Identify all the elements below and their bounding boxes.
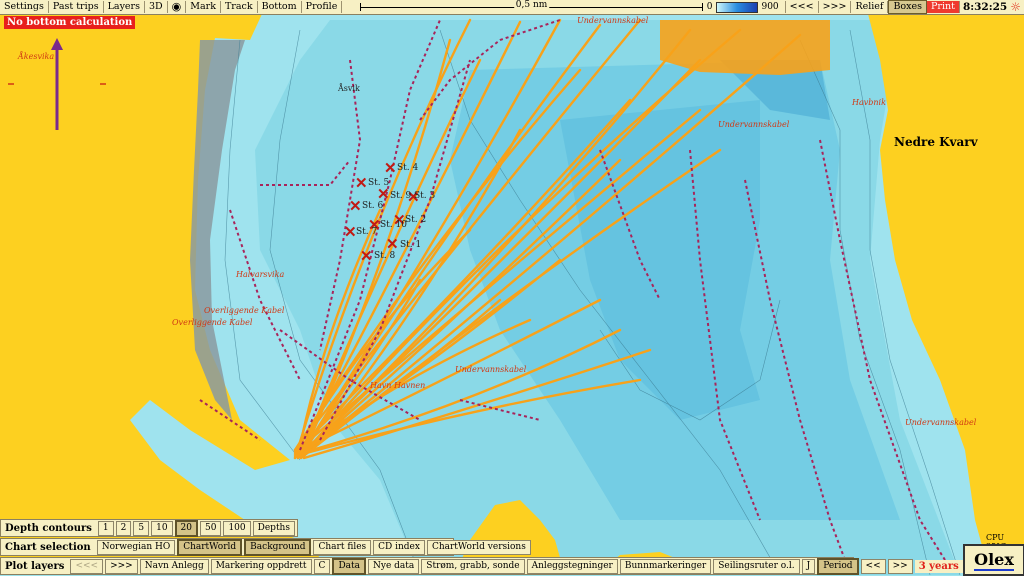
station-label: St. 8 [374,251,396,261]
clock: 8:32:25 [962,1,1008,13]
label-undervannskabel-right: Undervannskabel [905,418,977,427]
bottom-button[interactable]: Bottom [258,1,302,13]
layers-button[interactable]: Layers [104,1,145,13]
label-nedre-kvarv: Nedre Kvarv [894,135,978,149]
station-marker-icon[interactable]: ✕ [355,176,368,191]
label-asvik: Åsvik [338,84,360,93]
boxes-button[interactable]: Boxes [888,0,928,14]
chart-files-button[interactable]: Chart files [313,539,372,555]
station-marker-icon[interactable]: ✕ [386,237,399,252]
station-label: St. 3 [414,191,436,201]
track-button[interactable]: Track [221,1,258,13]
layer-bunnmarkeringer[interactable]: Bunnmarkeringer [619,558,712,574]
nav-forward-button[interactable]: >>> [819,1,852,13]
label-halvarsvika: Halvarsvika [236,270,285,279]
station-label: St. 4 [397,163,419,173]
chart-selection-panel: Chart selection Norwegian HO ChartWorld … [0,538,531,556]
olex-logo-text: Olex [974,550,1014,571]
relief-button[interactable]: Relief [851,1,889,13]
plot-layers-forward-button[interactable]: >>> [105,558,138,574]
layer-seilingsruter[interactable]: Seilingsruter o.l. [713,558,800,574]
3d-button[interactable]: 3D [145,1,168,13]
label-overliggende-kabel: Overliggende Kabel [204,306,285,315]
layer-nye-data[interactable]: Nye data [368,558,420,574]
station-marker-icon[interactable]: ✕ [360,249,373,264]
settings-button[interactable]: Settings [0,1,49,13]
chart-selection-label: Chart selection [5,541,91,553]
label-havn: Havn Havnen [370,381,426,390]
label-aksvika: Åkesvika [18,52,55,61]
background-button[interactable]: Background [244,538,312,556]
layer-markering-oppdrett[interactable]: Markering oppdrett [210,558,312,574]
station-marker-icon[interactable]: ✕ [377,187,390,202]
plot-layers-panel: Plot layers <<< >>> Navn Anlegg Markerin… [0,557,963,575]
station-marker-icon[interactable]: ✕ [349,199,362,214]
contour-5-button[interactable]: 5 [133,520,150,536]
chartworld-versions-button[interactable]: ChartWorld versions [426,539,531,555]
scale-bar: 0,5 nm [360,0,703,13]
norwegian-ho-button[interactable]: Norwegian HO [96,539,176,555]
olex-logo[interactable]: Olex [963,544,1024,576]
depths-button[interactable]: Depths [252,520,295,536]
label-undervannskabel-top: Undervannskabel [577,16,649,25]
label-undervannskabel-mid: Undervannskabel [718,120,790,129]
layer-anleggstegninger[interactable]: Anleggstegninger [526,558,618,574]
past-trips-button[interactable]: Past trips [49,1,104,13]
profile-button[interactable]: Profile [302,1,343,13]
depth-max-label: 900 [761,2,779,12]
period-value[interactable]: 3 years [914,559,963,573]
station-label: St. 10 [380,220,407,230]
depth-contours-panel: Depth contours 1 2 5 10 20 50 100 Depths [0,519,298,537]
nav-back-button[interactable]: <<< [784,1,819,13]
contour-2-button[interactable]: 2 [115,520,132,536]
plot-layers-label: Plot layers [5,560,65,572]
depth-min-label: 0 [706,2,713,12]
sun-icon[interactable]: ☼ [1010,0,1024,14]
plot-layers-back-button[interactable]: <<< [70,558,104,574]
layer-c[interactable]: C [313,558,331,574]
scale-label: 0,5 nm [513,0,550,10]
contour-1-button[interactable]: 1 [97,520,114,536]
cd-index-button[interactable]: CD index [373,539,425,555]
station-label: St. 9 [390,191,412,201]
layer-strom-grabb-sonde[interactable]: Strøm, grabb, sonde [421,558,525,574]
layer-data[interactable]: Data [332,557,367,575]
layer-j[interactable]: J [801,558,816,574]
no-bottom-alert: No bottom calculation [4,16,136,29]
period-prev-button[interactable]: << [860,558,886,574]
station-marker-icon[interactable]: ✕ [384,161,397,176]
station-label: St. 2 [405,215,427,225]
chart-map[interactable] [0,0,1024,575]
top-toolbar: Settings Past trips Layers 3D ◉ Mark Tra… [0,0,1024,15]
station-label: St. 1 [400,240,422,250]
period-button[interactable]: Period [817,557,859,575]
label-havnik: Havbnik [852,98,886,107]
station-marker-icon[interactable]: ✕ [344,225,357,240]
label-overliggende-kabel-2: Overliggende Kabel [172,318,253,327]
contour-20-button[interactable]: 20 [174,519,198,537]
contour-50-button[interactable]: 50 [200,520,222,536]
station-label: St. 7 [356,227,378,237]
contour-100-button[interactable]: 100 [223,520,251,536]
contour-10-button[interactable]: 10 [151,520,173,536]
layer-navn-anlegg[interactable]: Navn Anlegg [139,558,209,574]
depth-color-scale[interactable] [715,1,759,13]
depth-contours-label: Depth contours [5,522,92,534]
label-undervannskabel-center: Undervannskabel [455,365,527,374]
chartworld-button[interactable]: ChartWorld [177,538,243,556]
print-button[interactable]: Print [927,1,960,13]
mark-button[interactable]: Mark [186,1,221,13]
target-icon[interactable]: ◉ [168,1,187,13]
period-next-button[interactable]: >> [887,558,913,574]
